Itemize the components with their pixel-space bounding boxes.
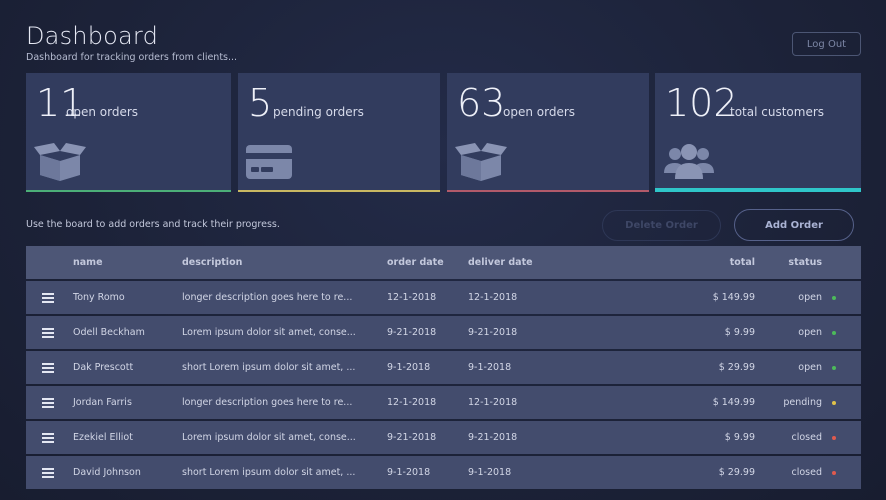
stat-accent-bar [655,188,861,192]
cell-deliver-date: 9-21-2018 [468,432,518,443]
column-header-total[interactable]: total [706,246,755,279]
status-dot-icon [832,351,836,384]
column-header-description[interactable]: description [182,246,242,279]
column-header-deliver-date[interactable]: deliver date [468,246,533,279]
status-dot-icon [832,386,836,419]
drag-handle-icon[interactable] [42,351,54,384]
cell-status: open [798,327,822,338]
stat-accent-bar [447,190,649,192]
credit-card-icon [246,143,292,183]
table-header-row: name description order date deliver date… [26,246,861,279]
cell-status: closed [791,432,823,443]
stat-label: pending orders [273,105,364,119]
cell-total: $ 29.99 [718,362,755,373]
cell-status: pending [783,397,822,408]
stat-label: total customers [730,105,825,119]
column-header-order-date[interactable]: order date [387,246,444,279]
cell-status: open [798,292,822,303]
cell-status: open [798,362,822,373]
page-header: Dashboard Dashboard for tracking orders … [26,22,237,63]
cell-name: Dak Prescott [73,362,134,373]
cell-order-date: 12-1-2018 [387,292,437,303]
table-row[interactable]: Odell Beckham Lorem ipsum dolor sit amet… [26,316,861,349]
cell-name: Jordan Farris [73,397,132,408]
table-row[interactable]: David Johnson short Lorem ipsum dolor si… [26,456,861,489]
orders-table: name description order date deliver date… [26,246,861,489]
cell-status: closed [791,467,823,478]
stat-accent-bar [26,190,231,192]
cell-order-date: 9-1-2018 [387,362,431,373]
cell-deliver-date: 12-1-2018 [468,397,518,408]
cell-deliver-date: 9-1-2018 [468,467,512,478]
cell-order-date: 9-21-2018 [387,432,437,443]
box-icon [455,143,507,187]
drag-handle-icon[interactable] [42,456,54,489]
stat-card-open-orders: 11 open orders [26,73,231,192]
cell-description: short Lorem ipsum dolor sit amet, ... [182,467,356,478]
column-header-status[interactable]: status [771,246,822,279]
cell-description: short Lorem ipsum dolor sit amet, ... [182,362,356,373]
stat-accent-bar [238,190,440,192]
cell-total: $ 9.99 [724,327,755,338]
status-dot-icon [832,421,836,454]
add-order-button[interactable]: Add Order [734,209,854,241]
table-row[interactable]: Ezekiel Elliot Lorem ipsum dolor sit ame… [26,421,861,454]
status-dot-icon [832,456,836,489]
board-instructions: Use the board to add orders and track th… [26,219,280,230]
column-header-name[interactable]: name [73,246,103,279]
box-icon [34,143,86,187]
status-dot-icon [832,316,836,349]
cell-order-date: 9-1-2018 [387,467,431,478]
stat-card-total-customers: 102 total customers [655,73,861,192]
table-row[interactable]: Jordan Farris longer description goes he… [26,386,861,419]
stat-value: 63 [457,81,506,125]
status-dot-icon [832,281,836,314]
cell-description: longer description goes here to re... [182,397,353,408]
cell-description: Lorem ipsum dolor sit amet, conse... [182,432,356,443]
cell-description: Lorem ipsum dolor sit amet, conse... [182,327,356,338]
drag-handle-icon[interactable] [42,386,54,419]
cell-description: longer description goes here to re... [182,292,353,303]
drag-handle-icon[interactable] [42,421,54,454]
stat-value: 102 [665,81,738,125]
table-row[interactable]: Tony Romo longer description goes here t… [26,281,861,314]
stat-value: 5 [248,81,273,125]
stat-label: open orders [66,105,139,119]
delete-order-button[interactable]: Delete Order [602,210,721,241]
cell-deliver-date: 12-1-2018 [468,292,518,303]
cell-total: $ 149.99 [712,292,755,303]
cell-name: David Johnson [73,467,141,478]
table-body: Tony Romo longer description goes here t… [26,281,861,489]
cell-total: $ 29.99 [718,467,755,478]
users-icon [663,143,715,185]
table-row[interactable]: Dak Prescott short Lorem ipsum dolor sit… [26,351,861,384]
page-title: Dashboard [26,22,159,50]
cell-deliver-date: 9-1-2018 [468,362,512,373]
stat-card-pending-orders: 5 pending orders [238,73,440,192]
drag-handle-icon[interactable] [42,316,54,349]
cell-order-date: 9-21-2018 [387,327,437,338]
cell-name: Tony Romo [73,292,125,303]
stat-card-open-orders-2: 63 open orders [447,73,649,192]
logout-button[interactable]: Log Out [792,32,861,56]
cell-total: $ 9.99 [724,432,755,443]
stat-label: open orders [503,105,576,119]
cell-deliver-date: 9-21-2018 [468,327,518,338]
drag-handle-icon[interactable] [42,281,54,314]
cell-name: Odell Beckham [73,327,145,338]
cell-order-date: 12-1-2018 [387,397,437,408]
cell-name: Ezekiel Elliot [73,432,133,443]
page-subtitle: Dashboard for tracking orders from clien… [26,52,238,63]
cell-total: $ 149.99 [712,397,755,408]
